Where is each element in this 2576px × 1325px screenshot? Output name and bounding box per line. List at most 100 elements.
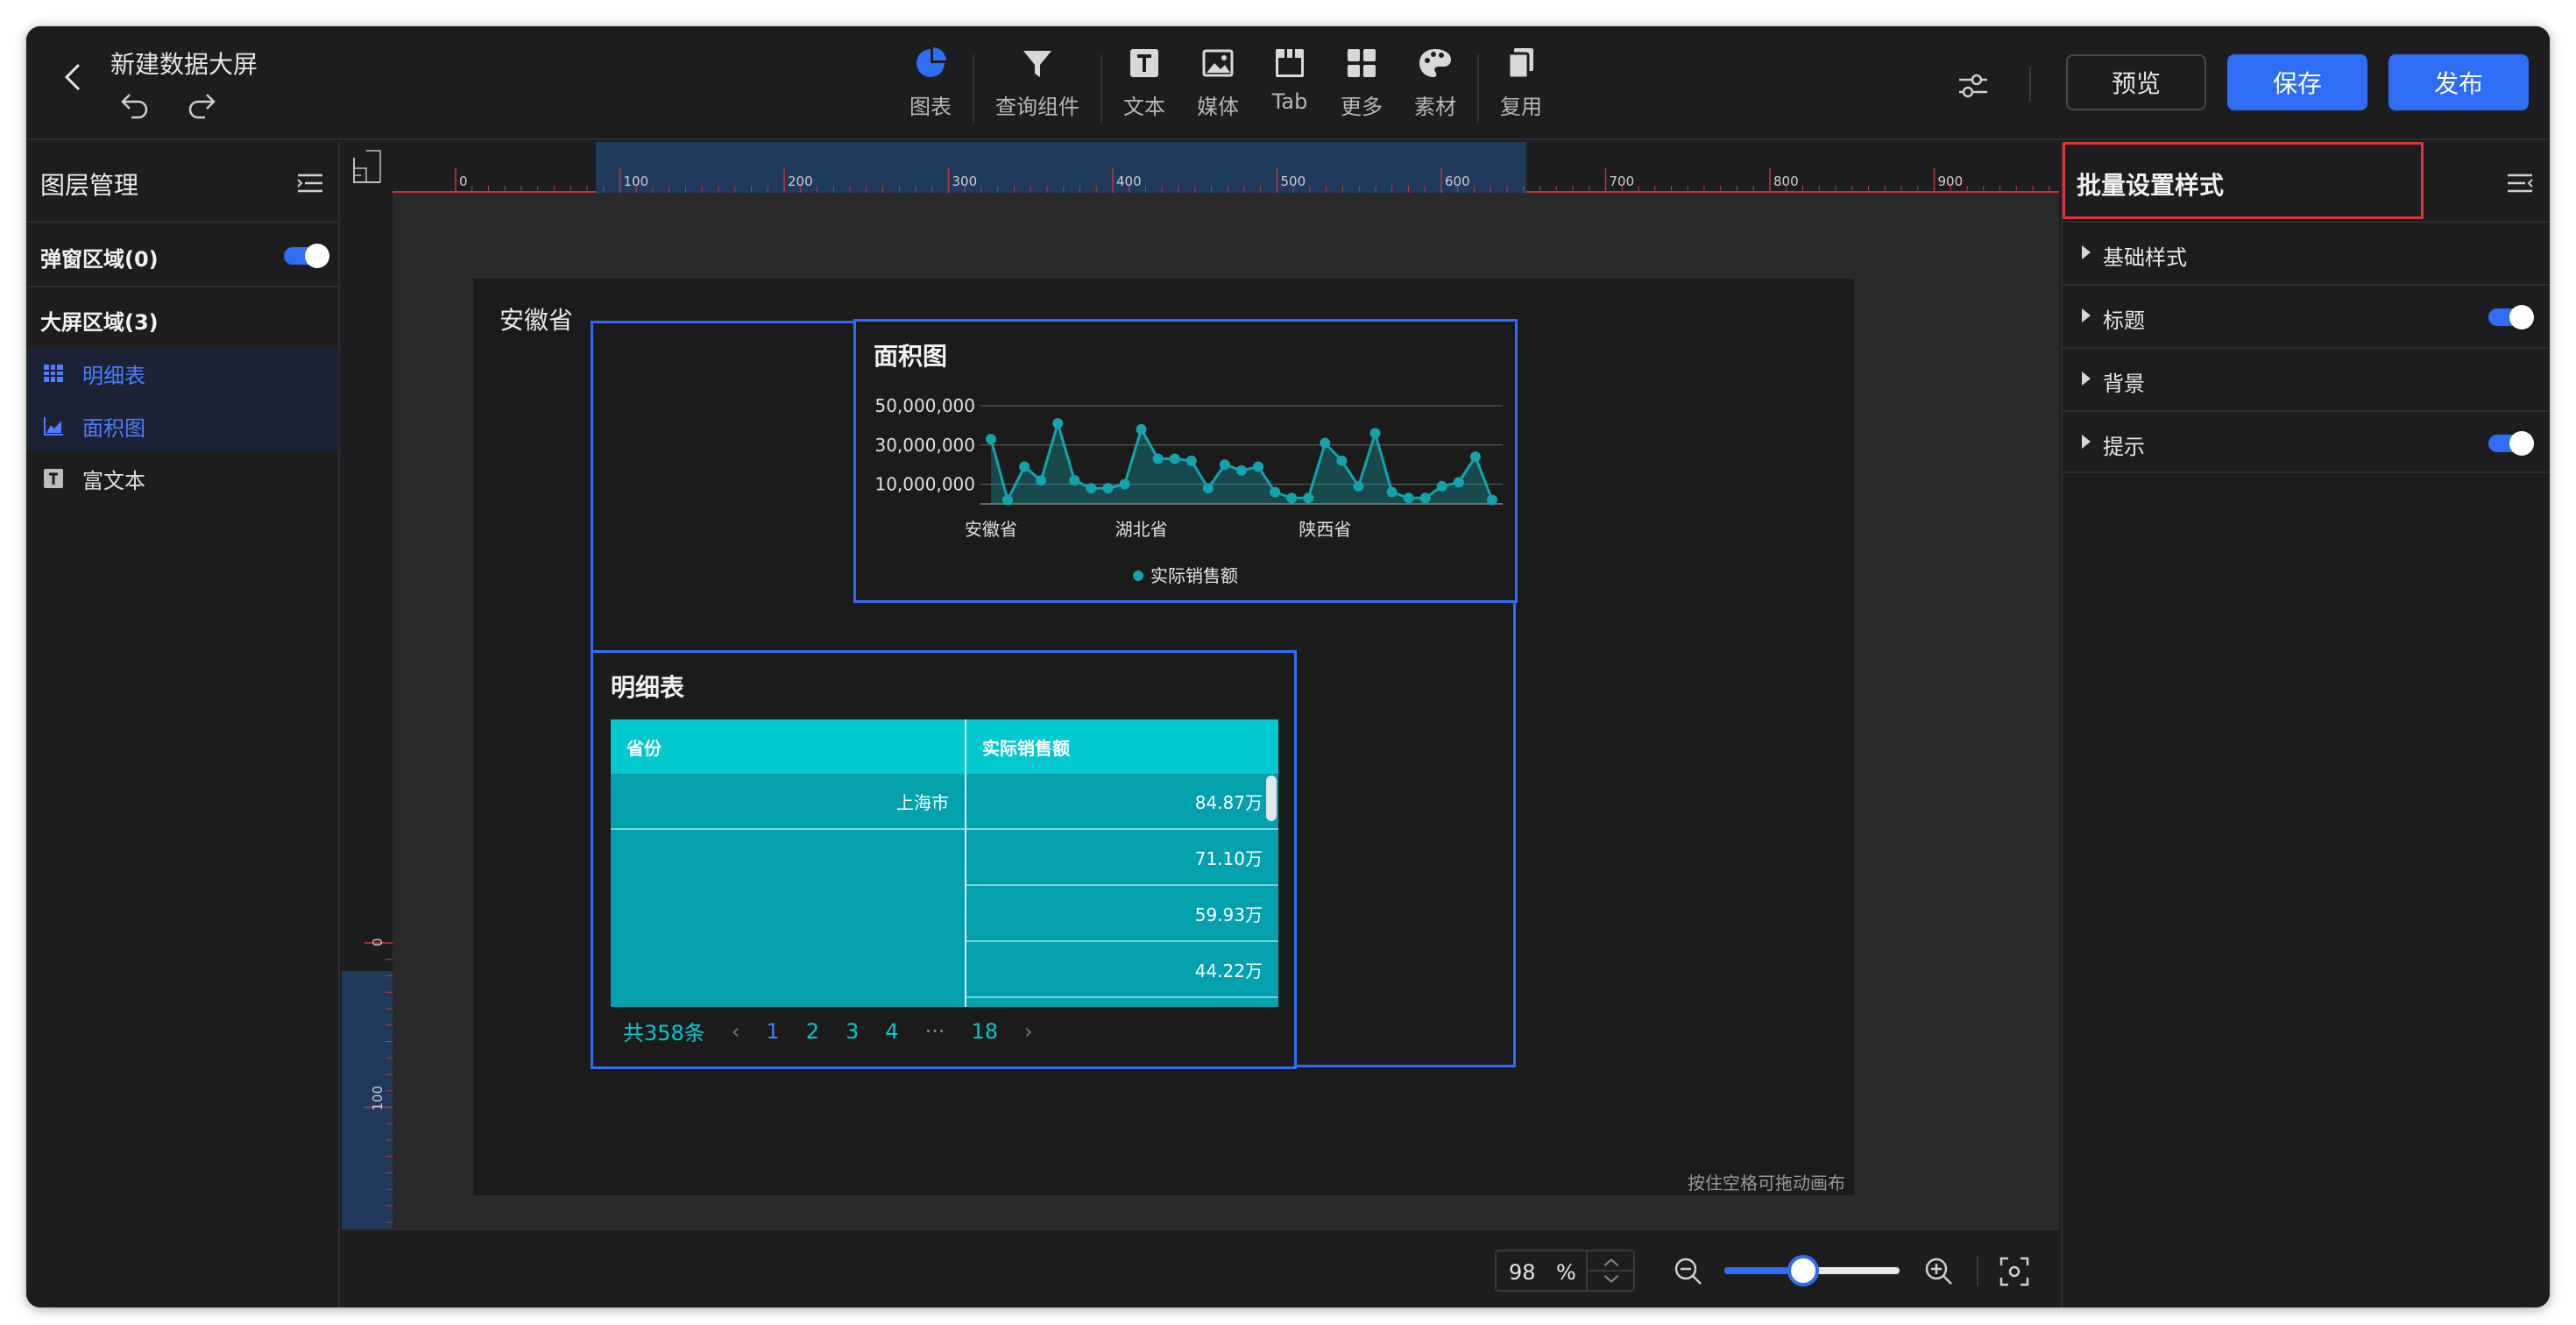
detail-table-component[interactable]: 明细表 省份 实际销售额 上海市 84.87万 71.10万 59.93万 44… <box>591 650 1297 1069</box>
column-header-sales[interactable]: 实际销售额 <box>966 719 1278 774</box>
ruler-label: 500 <box>1281 174 1306 189</box>
column-header-province[interactable]: 省份 <box>611 719 965 774</box>
zoom-slider[interactable] <box>1724 1255 1900 1286</box>
table-scrollbar[interactable] <box>1266 776 1277 821</box>
data-point <box>1052 418 1064 429</box>
data-point <box>1036 475 1047 486</box>
table-cell: 59.93万 <box>966 886 1278 942</box>
table-cell <box>611 830 965 1007</box>
zoom-slider-thumb[interactable] <box>1787 1255 1819 1286</box>
popup-area-toggle[interactable] <box>284 244 329 268</box>
data-point <box>1136 423 1147 435</box>
layer-item-rich-text[interactable]: 富文本 <box>26 452 338 505</box>
data-point <box>1086 483 1097 494</box>
y-tick-label: 10,000,000 <box>874 474 975 495</box>
prev-page-icon[interactable]: ‹ <box>732 1019 740 1044</box>
layer-panel: 图层管理 弹窗区域(0) 大屏区域(3) 明细表 面积图 富文本 <box>26 142 340 1307</box>
page-link[interactable]: 3 <box>846 1019 859 1044</box>
tooltip-toggle[interactable] <box>2488 431 2534 456</box>
preview-button[interactable]: 预览 <box>2066 54 2206 110</box>
undo-icon[interactable] <box>117 88 152 119</box>
area-chart-component[interactable]: 面积图 10,000,000 30,000,000 50,000,000 安徽省 湖北省… <box>853 319 1518 603</box>
zoom-unit: % <box>1556 1260 1576 1285</box>
tool-chart[interactable]: 图表 <box>909 44 952 120</box>
fit-screen-icon[interactable] <box>1999 1257 2029 1286</box>
data-point <box>1219 459 1230 471</box>
tool-query[interactable]: 查询组件 <box>995 44 1079 120</box>
data-point <box>1202 483 1214 494</box>
zoom-spinner[interactable] <box>1586 1251 1635 1290</box>
text-icon <box>42 467 65 490</box>
title-toggle[interactable] <box>2488 305 2534 329</box>
layer-item-label: 明细表 <box>82 363 145 388</box>
detail-table-title: 明细表 <box>611 673 685 702</box>
canvas-area[interactable]: 0 100 200 300 400 500 600 700 800 900 0 100 200 安徽省… <box>342 142 2059 1229</box>
page-link[interactable]: 18 <box>971 1019 998 1044</box>
ruler-label: 600 <box>1445 174 1470 189</box>
palette-icon <box>1419 49 1451 77</box>
layer-item-table[interactable]: 明细表 <box>26 347 338 400</box>
tool-media-label: 媒体 <box>1197 95 1239 119</box>
zoom-out-icon[interactable] <box>1674 1257 1703 1286</box>
tool-text[interactable]: 文本 <box>1123 44 1165 120</box>
tool-reuse[interactable]: 复用 <box>1500 44 1542 120</box>
tool-more[interactable]: 更多 <box>1341 44 1383 120</box>
ruler-label: 100 <box>624 174 649 189</box>
next-page-icon[interactable]: › <box>1024 1019 1033 1044</box>
sliders-icon[interactable] <box>1954 68 1992 103</box>
table-cell: 44.22万 <box>966 942 1278 998</box>
caret-right-icon <box>2082 372 2091 386</box>
zoom-input[interactable]: 98 % <box>1495 1250 1635 1292</box>
area-chart-plot: 10,000,000 30,000,000 50,000,000 安徽省 湖北省 陕西省实… <box>874 395 1503 586</box>
popup-area-row: 弹窗区域(0) <box>26 221 338 286</box>
save-button[interactable]: 保存 <box>2227 54 2367 110</box>
data-point <box>1469 451 1481 463</box>
section-background[interactable]: 背景 <box>2063 347 2550 410</box>
ruler-label: 100 <box>370 1086 386 1111</box>
section-label: 提示 <box>2103 435 2145 459</box>
rich-text-component[interactable]: 安徽省 <box>499 301 573 337</box>
toolbar-divider <box>1100 54 1102 123</box>
tool-material-label: 素材 <box>1414 95 1456 119</box>
section-tooltip[interactable]: 提示 <box>2063 410 2550 473</box>
caret-right-icon <box>2082 245 2091 259</box>
layer-item-area-chart[interactable]: 面积图 <box>26 400 338 452</box>
canvas-drag-hint: 按住空格可拖动画布 <box>1688 1173 1845 1194</box>
section-title[interactable]: 标题 <box>2063 284 2550 347</box>
data-point <box>1286 492 1298 504</box>
redo-icon[interactable] <box>184 88 219 119</box>
screen-board[interactable]: 安徽省 面积图 10,000,000 30,000,000 50,000,000 安徽… <box>473 279 1854 1195</box>
page-link[interactable]: 1 <box>766 1019 779 1044</box>
tab-icon <box>1276 49 1304 77</box>
zoom-value: 98 <box>1509 1260 1536 1285</box>
table-cell: 84.87万 <box>966 774 1278 830</box>
data-point <box>1185 455 1197 466</box>
ruler-corner <box>342 142 393 193</box>
page-link[interactable]: 4 <box>885 1019 898 1044</box>
zoom-in-icon[interactable] <box>1924 1257 1954 1286</box>
dashboard-title[interactable]: 新建数据大屏 <box>110 46 258 81</box>
data-point <box>1403 492 1414 504</box>
publish-button[interactable]: 发布 <box>2388 54 2529 110</box>
collapse-menu-icon[interactable] <box>296 172 324 195</box>
tool-media[interactable]: 媒体 <box>1197 44 1239 120</box>
tool-tab[interactable]: Tab <box>1270 44 1309 114</box>
back-arrow-icon[interactable] <box>56 60 91 95</box>
ruler-label: 300 <box>952 174 978 189</box>
data-point <box>1002 494 1014 506</box>
caret-right-icon <box>2082 435 2091 449</box>
data-point <box>1453 477 1464 488</box>
collapse-menu-icon[interactable] <box>2506 172 2534 195</box>
tool-chart-label: 图表 <box>909 95 952 119</box>
section-basic-style[interactable]: 基础样式 <box>2063 221 2550 284</box>
area-chart-icon <box>42 415 65 437</box>
section-label: 基础样式 <box>2103 245 2187 270</box>
page-link[interactable]: 2 <box>806 1019 819 1044</box>
text-icon <box>1130 49 1158 77</box>
page-ellipsis[interactable]: ··· <box>925 1019 945 1044</box>
ruler-label: 800 <box>1773 174 1799 189</box>
grid-icon <box>1348 49 1376 77</box>
tool-material[interactable]: 素材 <box>1414 44 1456 120</box>
ruler-corner-icon <box>353 150 381 183</box>
y-tick-label: 30,000,000 <box>874 435 975 456</box>
